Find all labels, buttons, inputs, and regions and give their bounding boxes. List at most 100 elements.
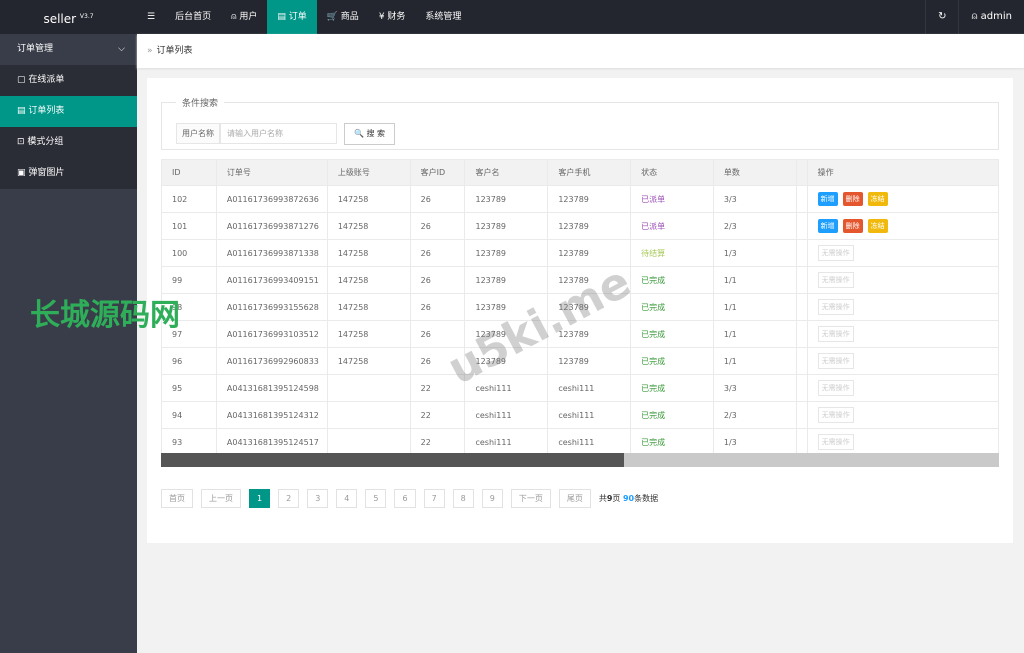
- nav-item-3[interactable]: ▤ 订单: [267, 0, 317, 34]
- table-cell: 123789: [464, 266, 549, 294]
- table-cell: 2/3: [712, 401, 797, 429]
- table-cell: 1/1: [712, 347, 797, 375]
- page-button[interactable]: 1: [249, 489, 271, 508]
- search-panel: 条件搜索 用户名称 请输入用户名称 🔍 搜 索: [161, 96, 999, 150]
- page-button[interactable]: 3: [307, 489, 329, 508]
- user-menu[interactable]: ⍝ admin: [958, 0, 1024, 34]
- table-row: 101 A01161736993871276 147258 26 123789 12378…: [161, 212, 1000, 240]
- actions-cell: 无需操作: [806, 401, 1000, 429]
- nav-item-6[interactable]: 系统管理: [415, 0, 471, 34]
- table-cell: ceshi111: [547, 401, 632, 429]
- table-cell: ceshi111: [464, 428, 549, 456]
- table-cell: 2/3: [712, 212, 797, 240]
- actions-cell: 无需操作: [806, 347, 1000, 375]
- actions-cell: 无需操作: [806, 320, 1000, 348]
- delete-button[interactable]: 删除: [842, 219, 863, 233]
- refresh-button[interactable]: ↻: [925, 0, 958, 34]
- horizontal-scrollbar[interactable]: [161, 453, 999, 467]
- column-header: 客户ID: [409, 159, 466, 186]
- actions-cell: 无需操作: [806, 239, 1000, 267]
- table-cell: 1/1: [712, 266, 797, 294]
- table-cell: 147258: [326, 185, 411, 213]
- table-cell: 123789: [464, 212, 549, 240]
- nav-item-4[interactable]: 🛒 商品: [317, 0, 369, 34]
- table-cell: 102: [161, 185, 217, 213]
- table-cell: 已完成: [630, 401, 714, 429]
- breadcrumb: » 订单列表: [137, 34, 1024, 68]
- table-cell: ceshi111: [464, 401, 549, 429]
- actions-cell: 无需操作: [806, 293, 1000, 321]
- page-button[interactable]: 9: [481, 489, 503, 508]
- sidebar: 订单管理 ⌵ ▢ 在线派单 ▤ 订单列表 ⊡ 模式分组 ▣ 弹窗图片: [0, 34, 137, 653]
- table-cell: [326, 428, 411, 456]
- table-cell: [326, 374, 411, 402]
- table-row: 96 A01161736992960833 147258 26 123789 123789…: [161, 347, 1000, 375]
- column-header: 单数: [712, 159, 797, 186]
- divider-cell: [795, 212, 808, 240]
- table-cell: 已完成: [630, 374, 714, 402]
- nav-item-0[interactable]: ☰: [137, 0, 165, 34]
- table-cell: A04131681395124598: [215, 374, 328, 402]
- sidebar-group-order[interactable]: 订单管理 ⌵: [0, 34, 137, 65]
- table-cell: 123789: [547, 212, 632, 240]
- page-button[interactable]: 7: [423, 489, 445, 508]
- sidebar-item-2[interactable]: ⊡ 模式分组: [0, 127, 137, 158]
- next-page-button[interactable]: 下一页: [510, 489, 551, 508]
- divider-cell: [795, 293, 808, 321]
- sidebar-item-3[interactable]: ▣ 弹窗图片: [0, 158, 137, 189]
- sidebar-item-1[interactable]: ▤ 订单列表: [0, 96, 137, 127]
- no-action-button: 无需操作: [817, 326, 854, 342]
- table-cell: 94: [161, 401, 217, 429]
- prev-page-button[interactable]: 上一页: [201, 489, 241, 508]
- delete-button[interactable]: 删除: [842, 192, 863, 206]
- page-button[interactable]: 8: [452, 489, 474, 508]
- table-cell: A04131681395124312: [215, 401, 328, 429]
- table-cell: A01161736993871338: [215, 239, 328, 267]
- scrollbar-thumb[interactable]: [161, 453, 624, 467]
- page-button[interactable]: 6: [394, 489, 416, 508]
- table-cell: 147258: [326, 347, 411, 375]
- table-cell: 26: [409, 293, 466, 321]
- table-cell: A01161736993409151: [215, 266, 328, 294]
- add-button[interactable]: 新增: [817, 219, 838, 233]
- table-row: 93 A04131681395124517 22 ceshi111 ceshi111 已完…: [161, 428, 1000, 456]
- nav-item-1[interactable]: 后台首页: [165, 0, 221, 34]
- divider-cell: [795, 320, 808, 348]
- table-cell: [326, 401, 411, 429]
- freeze-button[interactable]: 冻结: [867, 192, 888, 206]
- table-cell: 101: [161, 212, 217, 240]
- table-cell: 已派单: [630, 212, 714, 240]
- divider-cell: [795, 374, 808, 402]
- table-cell: 147258: [326, 212, 411, 240]
- actions-cell: 新增 删除 冻结: [806, 185, 1000, 213]
- divider-cell: [795, 266, 808, 294]
- table-cell: 123789: [464, 185, 549, 213]
- total-items: 90: [622, 494, 635, 503]
- table-cell: 22: [409, 428, 466, 456]
- freeze-button[interactable]: 冻结: [867, 219, 888, 233]
- pagination: 首页 上一页 1 2 3 4 5 6 7 8 9 下一页 尾页 共9页 90条数据: [161, 489, 658, 508]
- table-cell: 已完成: [630, 293, 714, 321]
- search-button[interactable]: 🔍 搜 索: [344, 123, 395, 145]
- table-cell: 26: [409, 185, 466, 213]
- actions-cell: 无需操作: [806, 374, 1000, 402]
- username-input[interactable]: 请输入用户名称: [220, 123, 337, 144]
- last-page-button[interactable]: 尾页: [558, 489, 591, 508]
- page-button[interactable]: 4: [336, 489, 358, 508]
- table-cell: 147258: [326, 320, 411, 348]
- divider-cell: [795, 401, 808, 429]
- page-button[interactable]: 5: [365, 489, 387, 508]
- sidebar-item-0[interactable]: ▢ 在线派单: [0, 65, 137, 96]
- actions-cell: 新增 删除 冻结: [806, 212, 1000, 240]
- table-cell: 3/3: [712, 374, 797, 402]
- table-cell: 已派单: [630, 185, 714, 213]
- nav-item-5[interactable]: ¥ 财务: [369, 0, 416, 34]
- page-button[interactable]: 2: [278, 489, 300, 508]
- first-page-button[interactable]: 首页: [161, 489, 193, 508]
- no-action-button: 无需操作: [817, 407, 854, 423]
- table-cell: 93: [161, 428, 217, 456]
- add-button[interactable]: 新增: [817, 192, 838, 206]
- nav-item-2[interactable]: ⍝ 用户: [221, 0, 267, 34]
- no-action-button: 无需操作: [817, 272, 854, 288]
- divider-cell: [795, 185, 808, 213]
